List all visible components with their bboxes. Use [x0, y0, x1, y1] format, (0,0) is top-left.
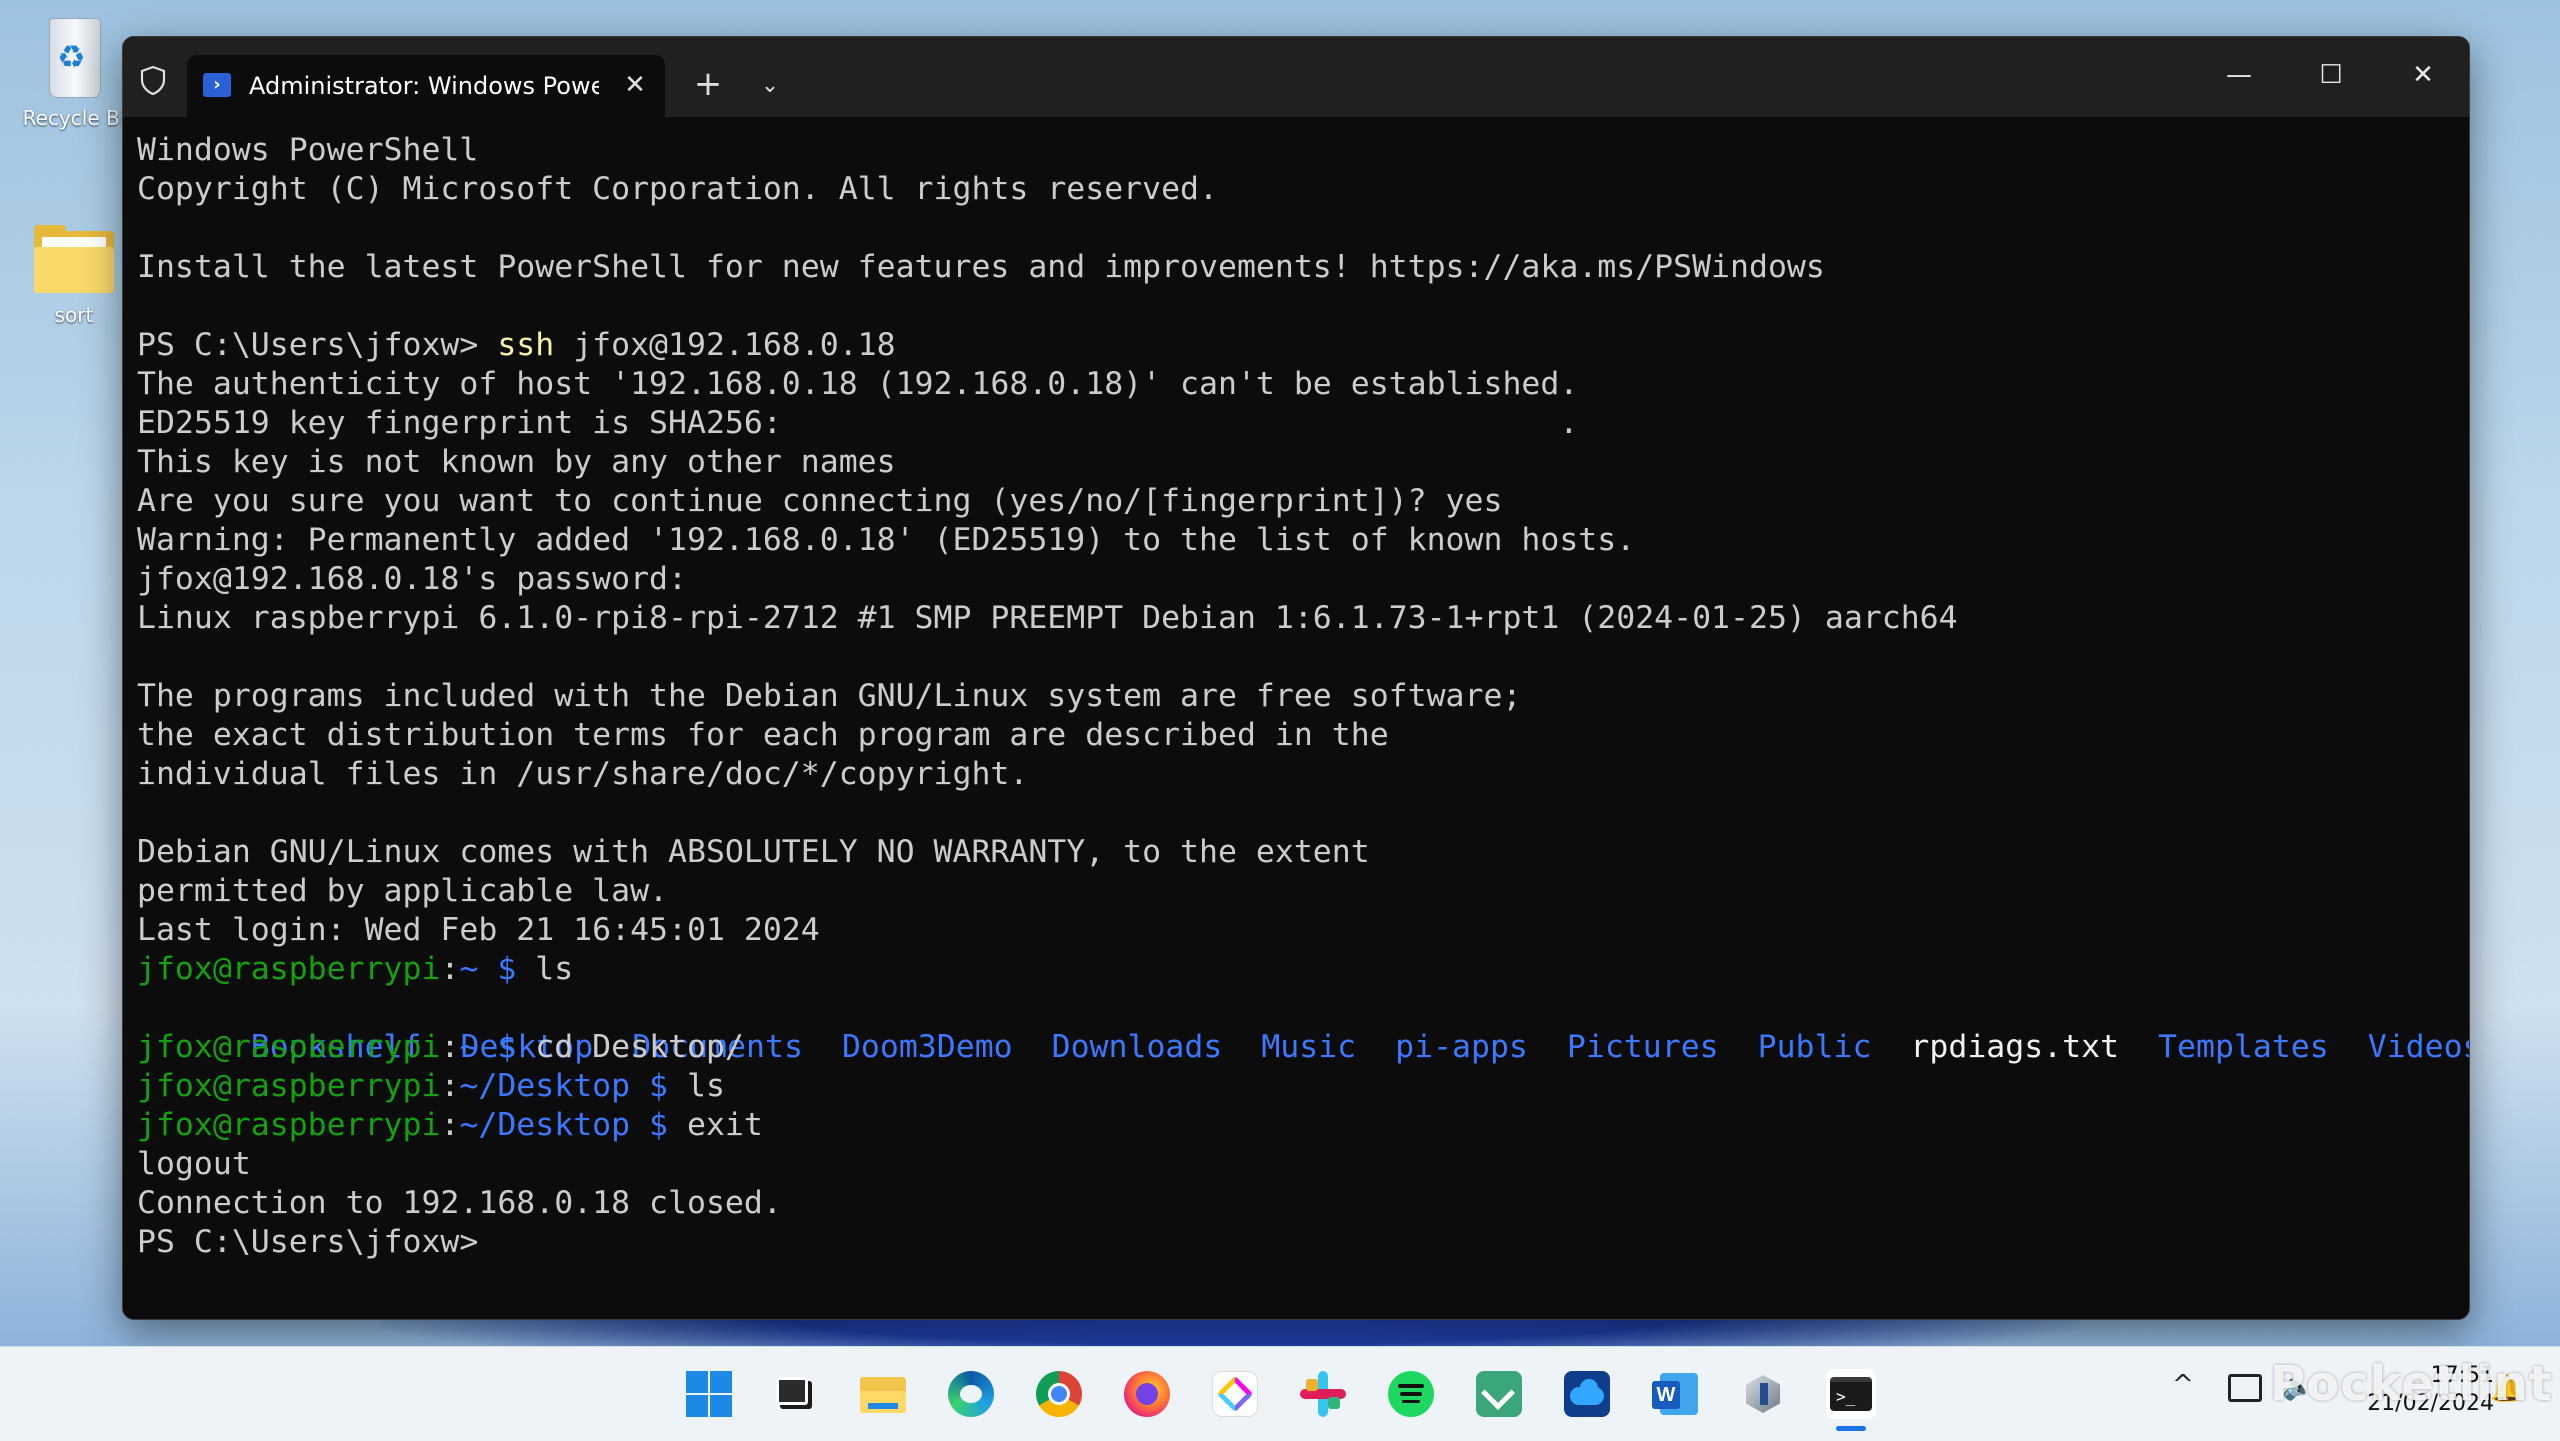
prompt-colon: : — [440, 951, 460, 987]
task-view-icon[interactable] — [770, 1369, 820, 1419]
console-line: the exact distribution terms for each pr… — [137, 717, 1389, 753]
sort-folder-desktop-icon[interactable]: sort — [14, 225, 134, 327]
ls-output: Bookshelf Desktop Documents Doom3Demo Downlo… — [137, 989, 2469, 1065]
bash-prompt-line: jfox@raspberrypi:~/Desktop $ exit — [137, 1106, 2469, 1145]
bash-prompt-line: jfox@raspberrypi:~/Desktop $ ls — [137, 1067, 2469, 1106]
tray-chevron-up-icon[interactable]: ^ — [2172, 1370, 2194, 1400]
title-bar[interactable]: › Administrator: Windows Powe ✕ + ⌄ — ☐ … — [123, 37, 2469, 117]
clickup-icon[interactable] — [1210, 1369, 1260, 1419]
ls-dir-item: Public — [1757, 1029, 1872, 1065]
word-icon[interactable]: W — [1650, 1369, 1700, 1419]
console-line: Install the latest PowerShell for new fe… — [137, 249, 1825, 285]
onedrive-icon[interactable] — [1562, 1369, 1612, 1419]
command-args: jfox@192.168.0.18 — [554, 327, 896, 363]
command-text: ls — [687, 1068, 725, 1104]
console-line: Warning: Permanently added '192.168.0.18… — [137, 522, 1636, 558]
console-line: Connection to 192.168.0.18 closed. — [137, 1185, 782, 1221]
active-app-indicator — [1836, 1426, 1866, 1431]
recycle-bin-desktop-icon[interactable]: ♻ Recycle Bi — [14, 8, 134, 130]
prompt-path: ~ — [459, 951, 479, 987]
pocketlint-watermark: Pocketlint — [2270, 1356, 2553, 1412]
firefox-icon[interactable] — [1122, 1369, 1172, 1419]
ls-dir-item: Templates — [2158, 1029, 2329, 1065]
terminal-window: › Administrator: Windows Powe ✕ + ⌄ — ☐ … — [122, 36, 2470, 1320]
console-line: permitted by applicable law. — [137, 873, 669, 909]
file-explorer-icon[interactable] — [858, 1369, 908, 1419]
close-window-button[interactable]: ✕ — [2393, 55, 2453, 95]
slack-icon[interactable] — [1298, 1369, 1348, 1419]
console-line: Copyright (C) Microsoft Corporation. All… — [137, 171, 1218, 207]
console-line: Linux raspberrypi 6.1.0-rpi8-rpi-2712 #1… — [137, 600, 1958, 636]
user-host: jfox@raspberrypi — [137, 951, 441, 987]
folder-icon — [30, 225, 118, 297]
virtualbox-icon[interactable] — [1738, 1369, 1788, 1419]
ls-dir-item: Downloads — [1051, 1029, 1223, 1065]
ls-dir-item: Videos — [2367, 1029, 2469, 1065]
recycle-bin-label: Recycle Bi — [22, 106, 126, 130]
prompt-dollar: $ — [630, 1107, 687, 1143]
prompt-path: ~ — [459, 1029, 479, 1065]
console-line: individual files in /usr/share/doc/*/cop… — [137, 756, 1029, 792]
ps-prompt: PS C:\Users\jfoxw> — [137, 327, 498, 363]
powershell-icon: › — [203, 73, 231, 97]
prompt-colon: : — [440, 1029, 460, 1065]
tab-powershell[interactable]: › Administrator: Windows Powe ✕ — [187, 55, 665, 117]
shield-icon — [140, 65, 166, 95]
terminal-icon[interactable]: >_ — [1826, 1369, 1876, 1419]
console-line: ED25519 key fingerprint is SHA256: . — [137, 405, 1579, 441]
ls-dir-item: Doom3Demo — [841, 1029, 1013, 1065]
console-line: The programs included with the Debian GN… — [137, 678, 1522, 714]
feedly-icon[interactable] — [1474, 1369, 1524, 1419]
user-host: jfox@raspberrypi — [137, 1107, 441, 1143]
prompt-colon: : — [440, 1068, 460, 1104]
ls-dir-item: Music — [1261, 1029, 1357, 1065]
prompt-path: ~/Desktop — [459, 1068, 631, 1104]
ps-final-prompt[interactable]: PS C:\Users\jfoxw> — [137, 1223, 2469, 1262]
console-line: Last login: Wed Feb 21 16:45:01 2024 — [137, 912, 820, 948]
ls-file-item: rpdiags.txt — [1910, 1029, 2120, 1065]
prompt-colon: : — [440, 1107, 460, 1143]
console-line: Debian GNU/Linux comes with ABSOLUTELY N… — [137, 834, 1370, 870]
console-line: Windows PowerShell — [137, 132, 479, 168]
command-name: ssh — [497, 327, 555, 363]
ls-dir-item: Pictures — [1566, 1029, 1719, 1065]
tab-title: Administrator: Windows Powe — [249, 72, 599, 100]
new-tab-button[interactable]: + — [685, 63, 731, 109]
console-command-line: PS C:\Users\jfoxw> ssh jfox@192.168.0.18 — [137, 326, 2469, 365]
bash-prompt-line: jfox@raspberrypi:~ $ ls — [137, 950, 2469, 989]
console-output[interactable]: Windows PowerShell Copyright (C) Microso… — [137, 131, 2469, 1319]
start-icon[interactable] — [684, 1369, 734, 1419]
console-line: jfox@192.168.0.18's password: — [137, 561, 687, 597]
chrome-icon[interactable] — [1034, 1369, 1084, 1419]
maximize-button[interactable]: ☐ — [2301, 55, 2361, 95]
ls-dir-item: pi-apps — [1395, 1029, 1528, 1065]
command-text: ls — [535, 951, 574, 987]
command-text: cd Desktop/ — [535, 1029, 744, 1065]
spotify-icon[interactable] — [1386, 1369, 1436, 1419]
prompt-dollar: $ — [630, 1068, 687, 1104]
prompt-dollar: $ — [478, 1029, 536, 1065]
command-text: exit — [687, 1107, 763, 1143]
console-line: This key is not known by any other names — [137, 444, 896, 480]
recycle-bin-icon: ♻ — [43, 8, 105, 100]
prompt-dollar: $ — [478, 951, 536, 987]
console-line: Are you sure you want to continue connec… — [137, 483, 1503, 519]
user-host: jfox@raspberrypi — [137, 1068, 441, 1104]
minimize-button[interactable]: — — [2209, 55, 2269, 95]
console-line: logout — [137, 1146, 251, 1182]
user-host: jfox@raspberrypi — [137, 1029, 441, 1065]
prompt-path: ~/Desktop — [459, 1107, 631, 1143]
console-line: The authenticity of host '192.168.0.18 (… — [137, 366, 1579, 402]
network-icon[interactable] — [2228, 1374, 2262, 1402]
close-tab-icon[interactable]: ✕ — [617, 67, 653, 103]
chevron-down-icon[interactable]: ⌄ — [747, 63, 793, 109]
sort-folder-label: sort — [54, 303, 94, 327]
edge-icon[interactable] — [946, 1369, 996, 1419]
